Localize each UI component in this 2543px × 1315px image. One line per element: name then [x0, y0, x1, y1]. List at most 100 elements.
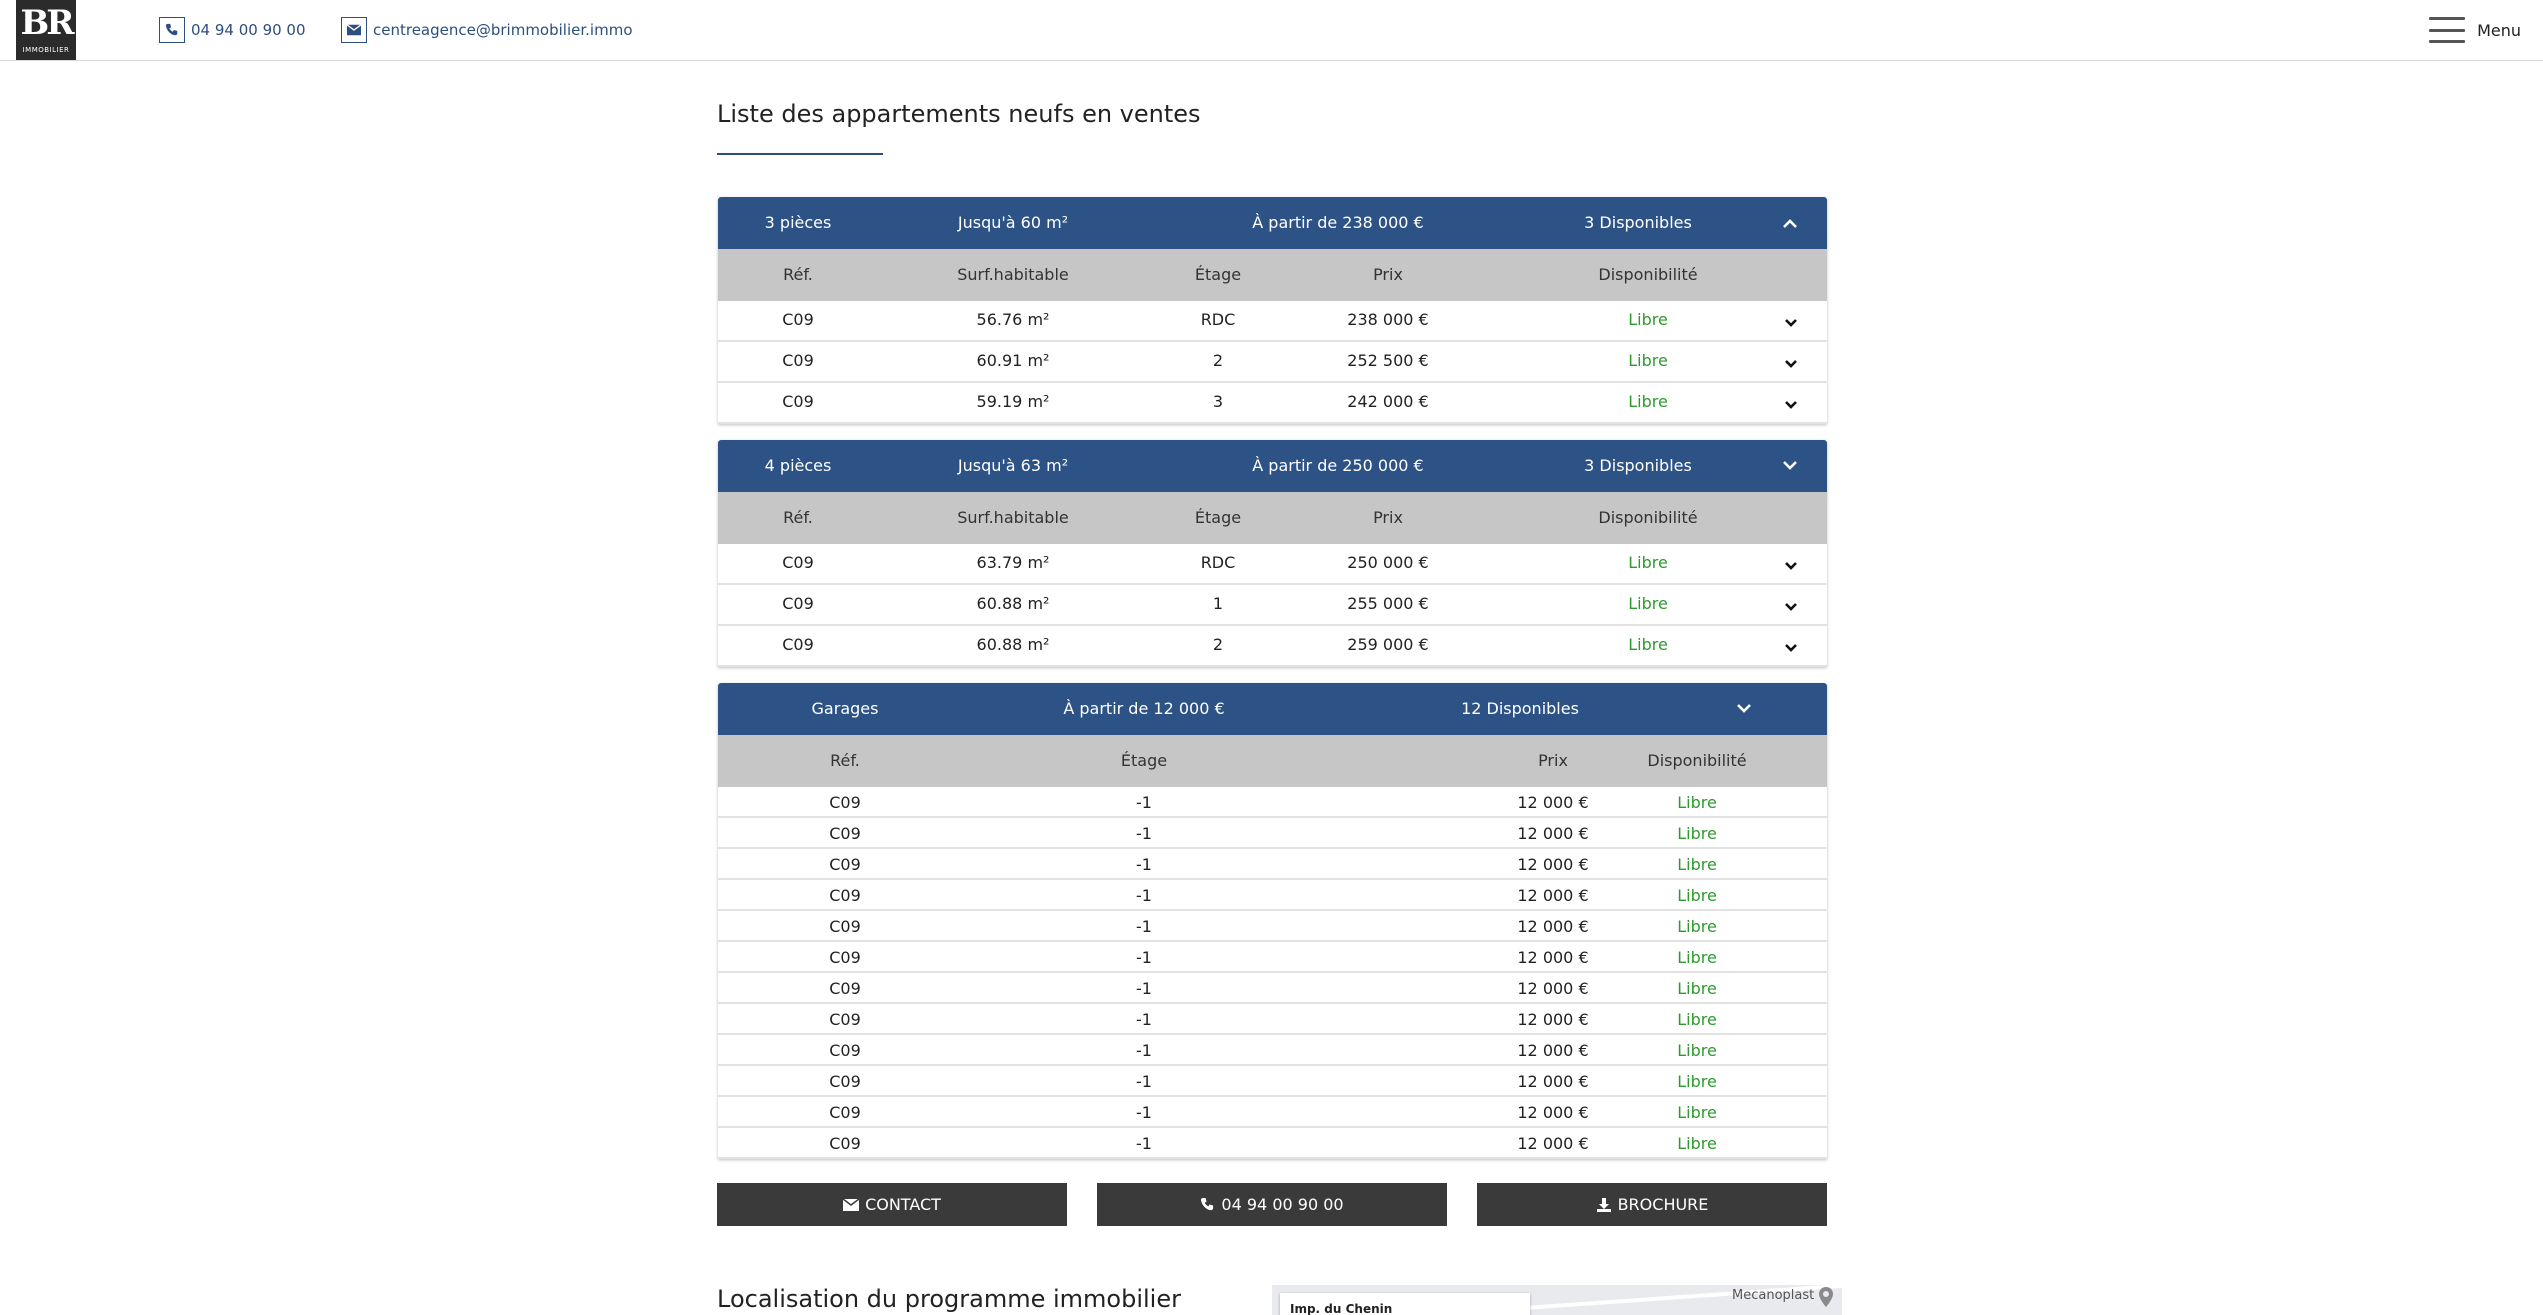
- cell-status: Libre: [1677, 1041, 1717, 1060]
- col-availability: Disponibilité: [1647, 751, 1747, 770]
- phone-icon: [1201, 1197, 1214, 1211]
- menu-button[interactable]: Menu: [2429, 14, 2521, 46]
- brochure-button[interactable]: BROCHURE: [1477, 1183, 1827, 1226]
- chevron-down-icon[interactable]: [1784, 354, 1798, 373]
- table-row[interactable]: C09 -1 12 000 € Libre: [718, 1097, 1827, 1128]
- group-surface: Jusqu'à 60 m²: [957, 213, 1069, 232]
- cell-floor: -1: [1136, 1072, 1152, 1091]
- page-title: Liste des appartements neufs en ventes: [717, 100, 1201, 128]
- cell-surface: 60.91 m²: [976, 351, 1050, 370]
- cell-floor: -1: [1136, 979, 1152, 998]
- cell-ref: C09: [829, 886, 861, 905]
- cell-ref: C09: [829, 1072, 861, 1091]
- cell-ref: C09: [829, 1134, 861, 1153]
- chevron-down-icon[interactable]: [1782, 440, 1798, 492]
- apartment-group-3-pieces: 3 pièces Jusqu'à 60 m² À partir de 238 0…: [718, 197, 1827, 424]
- header-email-link[interactable]: centreagence@brimmobilier.immo: [341, 17, 633, 43]
- header-phone-link[interactable]: 04 94 00 90 00: [159, 17, 306, 43]
- cell-price: 259 000 €: [1347, 635, 1429, 654]
- table-row[interactable]: C09 -1 12 000 € Libre: [718, 942, 1827, 973]
- cell-surface: 63.79 m²: [976, 553, 1050, 572]
- cell-floor: -1: [1136, 1041, 1152, 1060]
- cell-status: Libre: [1677, 855, 1717, 874]
- table-row[interactable]: C09 60.88 m² 1 255 000 € Libre: [718, 585, 1827, 626]
- cell-floor: RDC: [1200, 553, 1236, 572]
- table-row[interactable]: C09 -1 12 000 € Libre: [718, 1035, 1827, 1066]
- brochure-button-label: BROCHURE: [1617, 1195, 1709, 1214]
- table-row[interactable]: C09 59.19 m² 3 242 000 € Libre: [718, 383, 1827, 424]
- cell-floor: -1: [1136, 824, 1152, 843]
- table-row[interactable]: C09 -1 12 000 € Libre: [718, 1066, 1827, 1097]
- call-button[interactable]: 04 94 00 90 00: [1097, 1183, 1447, 1226]
- cell-status: Libre: [1628, 553, 1668, 572]
- group-price-from: À partir de 238 000 €: [1252, 213, 1424, 232]
- chevron-down-icon[interactable]: [1736, 683, 1752, 735]
- table-row[interactable]: C09 56.76 m² RDC 238 000 € Libre: [718, 301, 1827, 342]
- cell-ref: C09: [782, 594, 814, 613]
- cell-floor: RDC: [1200, 310, 1236, 329]
- col-ref: Réf.: [830, 751, 860, 770]
- location-map[interactable]: Imp. du Chenin Mecanoplast: [1272, 1285, 1842, 1315]
- location-title: Localisation du programme immobilier: [717, 1285, 1181, 1313]
- download-icon: [1596, 1197, 1611, 1212]
- cell-floor: -1: [1136, 886, 1152, 905]
- header-phone-text: 04 94 00 90 00: [191, 21, 306, 39]
- group-type: 4 pièces: [764, 456, 832, 475]
- col-availability: Disponibilité: [1598, 508, 1698, 527]
- cell-ref: C09: [829, 1041, 861, 1060]
- table-row[interactable]: C09 -1 12 000 € Libre: [718, 849, 1827, 880]
- top-bar: BR IMMOBILIER 04 94 00 90 00 centreagenc…: [0, 0, 2543, 61]
- cell-surface: 60.88 m²: [976, 635, 1050, 654]
- group-header[interactable]: 4 pièces Jusqu'à 63 m² À partir de 250 0…: [718, 440, 1827, 492]
- col-ref: Réf.: [783, 265, 813, 284]
- chevron-down-icon[interactable]: [1784, 556, 1798, 575]
- cell-status: Libre: [1677, 979, 1717, 998]
- table-row[interactable]: C09 63.79 m² RDC 250 000 € Libre: [718, 544, 1827, 585]
- group-type: Garages: [811, 699, 879, 718]
- col-surface: Surf.habitable: [957, 508, 1069, 527]
- cell-floor: -1: [1136, 1134, 1152, 1153]
- cell-ref: C09: [829, 793, 861, 812]
- group-price-from: À partir de 250 000 €: [1252, 456, 1424, 475]
- cell-ref: C09: [782, 310, 814, 329]
- cell-status: Libre: [1628, 635, 1668, 654]
- table-row[interactable]: C09 -1 12 000 € Libre: [718, 787, 1827, 818]
- cell-floor: -1: [1136, 855, 1152, 874]
- table-row[interactable]: C09 60.91 m² 2 252 500 € Libre: [718, 342, 1827, 383]
- cell-ref: C09: [829, 917, 861, 936]
- cell-price: 252 500 €: [1347, 351, 1429, 370]
- table-row[interactable]: C09 -1 12 000 € Libre: [718, 818, 1827, 849]
- chevron-up-icon[interactable]: [1782, 197, 1798, 249]
- table-row[interactable]: C09 60.88 m² 2 259 000 € Libre: [718, 626, 1827, 667]
- cell-status: Libre: [1628, 392, 1668, 411]
- col-floor: Étage: [1194, 265, 1242, 284]
- table-row[interactable]: C09 -1 12 000 € Libre: [718, 1128, 1827, 1159]
- table-row[interactable]: C09 -1 12 000 € Libre: [718, 973, 1827, 1004]
- cell-floor: 1: [1212, 594, 1224, 613]
- cell-status: Libre: [1677, 1134, 1717, 1153]
- envelope-icon: [843, 1198, 860, 1211]
- table-row[interactable]: C09 -1 12 000 € Libre: [718, 880, 1827, 911]
- cell-ref: C09: [782, 635, 814, 654]
- chevron-down-icon[interactable]: [1784, 313, 1798, 332]
- brand-logo[interactable]: BR IMMOBILIER: [16, 0, 76, 60]
- group-header[interactable]: 3 pièces Jusqu'à 60 m² À partir de 238 0…: [718, 197, 1827, 249]
- cell-price: 250 000 €: [1347, 553, 1429, 572]
- title-underline: [717, 153, 883, 155]
- cell-price: 255 000 €: [1347, 594, 1429, 613]
- chevron-down-icon[interactable]: [1784, 597, 1798, 616]
- cell-price: 242 000 €: [1347, 392, 1429, 411]
- table-column-header: Réf. Surf.habitable Étage Prix Disponibi…: [718, 249, 1827, 301]
- col-ref: Réf.: [783, 508, 813, 527]
- group-available: 3 Disponibles: [1584, 456, 1692, 475]
- table-row[interactable]: C09 -1 12 000 € Libre: [718, 1004, 1827, 1035]
- contact-button[interactable]: CONTACT: [717, 1183, 1067, 1226]
- chevron-down-icon[interactable]: [1784, 638, 1798, 657]
- table-row[interactable]: C09 -1 12 000 € Libre: [718, 911, 1827, 942]
- group-available: 3 Disponibles: [1584, 213, 1692, 232]
- group-header[interactable]: Garages À partir de 12 000 € 12 Disponib…: [718, 683, 1827, 735]
- group-type: 3 pièces: [764, 213, 832, 232]
- cell-ref: C09: [829, 855, 861, 874]
- chevron-down-icon[interactable]: [1784, 395, 1798, 414]
- garage-group: Garages À partir de 12 000 € 12 Disponib…: [718, 683, 1827, 1159]
